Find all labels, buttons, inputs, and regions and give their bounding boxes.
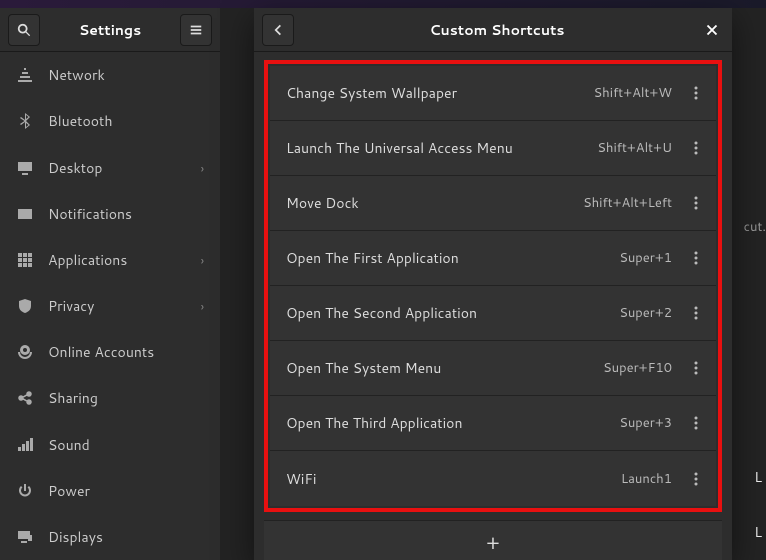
bluetooth-icon (16, 112, 34, 130)
displays-icon (16, 528, 34, 546)
desktop-icon (16, 159, 34, 177)
shortcut-row[interactable]: WiFiLaunch1 (270, 451, 716, 506)
shortcut-keys: Super+3 (619, 414, 672, 432)
shortcut-name: Open The First Application (286, 248, 619, 268)
shortcut-keys: Shift+Alt+Left (583, 194, 672, 212)
shortcut-keys: Launch1 (621, 470, 672, 488)
bg-row-letter: L (750, 453, 766, 501)
shortcut-keys: Shift+Alt+W (594, 84, 672, 102)
sidebar-item-label: Displays (48, 527, 204, 547)
sidebar-item-label: Power (48, 481, 204, 501)
sidebar-item-applications[interactable]: Applications › (0, 237, 220, 283)
more-options-button[interactable] (684, 356, 708, 380)
privacy-icon (16, 297, 34, 315)
plus-icon: + (486, 529, 500, 557)
more-options-button[interactable] (684, 136, 708, 160)
sidebar-item-power[interactable]: Power (0, 468, 220, 514)
kebab-icon (694, 141, 698, 155)
close-icon (706, 24, 718, 36)
sidebar-item-label: Sharing (48, 388, 204, 408)
more-options-button[interactable] (684, 246, 708, 270)
search-button[interactable] (8, 14, 40, 46)
dialog-title: Custom Shortcuts (294, 20, 700, 40)
close-button[interactable] (700, 18, 724, 42)
add-shortcut-button[interactable]: + (264, 520, 722, 560)
settings-header: Settings (0, 8, 220, 52)
hamburger-icon (189, 23, 203, 37)
kebab-icon (694, 361, 698, 375)
shortcut-name: Launch The Universal Access Menu (286, 138, 597, 158)
kebab-icon (694, 416, 698, 430)
sidebar-item-online-accounts[interactable]: Online Accounts (0, 329, 220, 375)
chevron-right-icon: › (201, 252, 204, 269)
shortcut-name: Open The Third Application (286, 413, 619, 433)
shortcut-keys: Super+F10 (603, 359, 672, 377)
power-icon (16, 482, 34, 500)
sidebar-item-label: Online Accounts (48, 342, 204, 362)
more-options-button[interactable] (684, 81, 708, 105)
notifications-icon (16, 205, 34, 223)
bg-hint-text: cut. (744, 218, 766, 236)
shortcut-row[interactable]: Open The Second ApplicationSuper+2 (270, 286, 716, 341)
kebab-icon (694, 472, 698, 486)
more-options-button[interactable] (684, 467, 708, 491)
sidebar-item-sound[interactable]: Sound (0, 422, 220, 468)
sidebar-item-desktop[interactable]: Desktop › (0, 145, 220, 191)
shortcut-row[interactable]: Move DockShift+Alt+Left (270, 176, 716, 231)
back-button[interactable] (262, 14, 294, 46)
sidebar-item-label: Network (48, 65, 204, 85)
more-options-button[interactable] (684, 301, 708, 325)
shortcut-name: Open The System Menu (286, 358, 603, 378)
chevron-right-icon: › (201, 160, 204, 177)
sidebar-item-label: Privacy (48, 296, 187, 316)
shortcut-name: Open The Second Application (286, 303, 619, 323)
kebab-icon (694, 196, 698, 210)
shortcut-keys: Super+2 (619, 304, 672, 322)
sidebar-item-bluetooth[interactable]: Bluetooth (0, 98, 220, 144)
online-accounts-icon (16, 343, 34, 361)
chevron-left-icon (271, 23, 285, 37)
sidebar-item-sharing[interactable]: Sharing (0, 375, 220, 421)
shortcut-row[interactable]: Open The Third ApplicationSuper+3 (270, 396, 716, 451)
sidebar-item-privacy[interactable]: Privacy › (0, 283, 220, 329)
dialog-body: Change System WallpaperShift+Alt+WLaunch… (254, 52, 732, 560)
sidebar-item-label: Applications (48, 250, 187, 270)
shortcut-row[interactable]: Open The System MenuSuper+F10 (270, 341, 716, 396)
applications-icon (16, 251, 34, 269)
more-options-button[interactable] (684, 191, 708, 215)
settings-title: Settings (46, 20, 174, 40)
bg-row-letter: L (750, 508, 766, 556)
settings-sidebar[interactable]: Network Bluetooth Desktop › Notifications App… (0, 52, 220, 560)
shortcut-row[interactable]: Change System WallpaperShift+Alt+W (270, 66, 716, 121)
custom-shortcuts-dialog: Custom Shortcuts Change System Wallpaper… (254, 8, 732, 560)
sharing-icon (16, 389, 34, 407)
window-titlebar (0, 0, 766, 8)
shortcut-row[interactable]: Launch The Universal Access MenuShift+Al… (270, 121, 716, 176)
shortcut-name: WiFi (286, 469, 621, 489)
sidebar-item-notifications[interactable]: Notifications (0, 191, 220, 237)
search-icon (17, 23, 31, 37)
sidebar-item-label: Desktop (48, 158, 187, 178)
kebab-icon (694, 86, 698, 100)
shortcuts-list: Change System WallpaperShift+Alt+WLaunch… (264, 60, 722, 512)
kebab-icon (694, 251, 698, 265)
hamburger-menu-button[interactable] (180, 14, 212, 46)
shortcut-name: Move Dock (286, 193, 583, 213)
sound-icon (16, 436, 34, 454)
shortcut-name: Change System Wallpaper (286, 83, 594, 103)
sidebar-item-displays[interactable]: Displays (0, 514, 220, 560)
more-options-button[interactable] (684, 411, 708, 435)
sidebar-item-label: Sound (48, 435, 204, 455)
sidebar-item-label: Notifications (48, 204, 204, 224)
chevron-right-icon: › (201, 298, 204, 315)
shortcut-row[interactable]: Open The First ApplicationSuper+1 (270, 231, 716, 286)
network-icon (16, 66, 34, 84)
dialog-header: Custom Shortcuts (254, 8, 732, 52)
sidebar-item-network[interactable]: Network (0, 52, 220, 98)
shortcut-keys: Super+1 (619, 249, 672, 267)
shortcut-keys: Shift+Alt+U (597, 139, 672, 157)
sidebar-item-label: Bluetooth (48, 111, 204, 131)
kebab-icon (694, 306, 698, 320)
